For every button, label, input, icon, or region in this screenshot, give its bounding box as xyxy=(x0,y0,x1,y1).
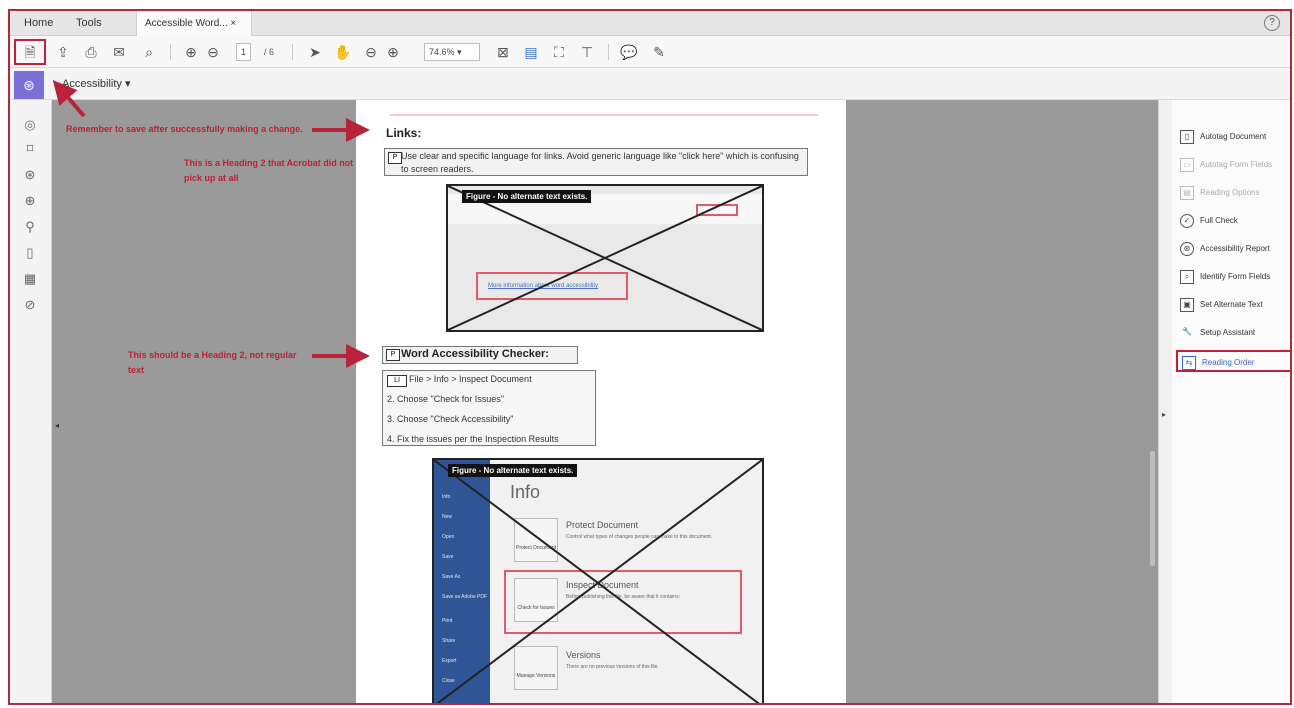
tab-tools[interactable]: Tools xyxy=(68,11,110,36)
print-icon[interactable]: ⎙ xyxy=(82,42,100,62)
content-icon[interactable]: ⊛ xyxy=(21,166,39,184)
tool-autotag-form-fields[interactable]: ▭ Autotag Form Fields xyxy=(1180,154,1290,176)
list-item: 3. Choose "Check Accessibility" xyxy=(387,414,514,424)
page-up-icon[interactable]: ⊕ xyxy=(182,42,200,62)
tool-identify-form-fields[interactable]: ⌕ Identify Form Fields xyxy=(1180,266,1290,288)
tool-label: Reading Order xyxy=(1202,358,1255,367)
accessibility-bar: ⊛ Accessibility ▾ xyxy=(10,68,1290,100)
fullscreen-icon[interactable]: ⛶ xyxy=(550,42,568,62)
missing-alt-cross xyxy=(434,460,762,703)
figure-2[interactable]: Info New Open Save Save As Save as Adobe… xyxy=(432,458,764,703)
page-view-icon[interactable]: ▤ xyxy=(522,42,540,62)
tools-icon[interactable]: ⊤ xyxy=(578,42,596,62)
tags-icon[interactable]: ⊕ xyxy=(21,192,39,210)
main-toolbar: 🗎 ⇪ ⎙ ✉ ⌕ ⊕ ⊖ 1 / 6 ➤ ✋ ⊖ ⊕ 74.6% ▾ ⊠ ▤ … xyxy=(10,36,1290,68)
tool-set-alternate-text[interactable]: ▣ Set Alternate Text xyxy=(1180,294,1290,316)
list-tag-box[interactable]: LI File > Info > Inspect Document 2. Cho… xyxy=(382,370,596,446)
select-cursor-icon[interactable]: ➤ xyxy=(306,42,324,62)
save-button[interactable]: 🗎 xyxy=(14,39,46,65)
mail-icon[interactable]: ✉ xyxy=(110,42,128,62)
page-total: / 6 xyxy=(263,47,274,57)
tool-reading-options[interactable]: ▤ Reading Options xyxy=(1180,182,1290,204)
alt-text-icon: ▣ xyxy=(1180,297,1194,312)
right-gutter: ▸ xyxy=(1158,100,1172,703)
checker-heading: Word Accessibility Checker: xyxy=(401,348,549,360)
list-item: 4. Fix the issues per the Inspection Res… xyxy=(387,434,559,444)
vertical-scrollbar[interactable] xyxy=(1150,451,1155,566)
tag-icon[interactable]: ⊘ xyxy=(21,296,39,314)
tool-label: Reading Options xyxy=(1200,188,1260,197)
tool-setup-assistant[interactable]: 🔧 Setup Assistant xyxy=(1180,322,1290,344)
collapse-right-icon[interactable]: ▸ xyxy=(1162,410,1166,419)
toolbar-divider xyxy=(608,44,609,60)
collapse-left-icon[interactable]: ◂ xyxy=(55,421,59,430)
pen-icon[interactable]: ✎ xyxy=(650,42,668,62)
tab-document[interactable]: Accessible Word... × xyxy=(136,11,252,36)
list-item: File > Info > Inspect Document xyxy=(409,374,532,384)
tool-accessibility-report[interactable]: ⊛ Accessibility Report xyxy=(1180,238,1290,260)
tool-label: Setup Assistant xyxy=(1200,328,1256,337)
check-icon: ✓ xyxy=(1180,213,1194,228)
list-item: 2. Choose "Check for Issues" xyxy=(387,394,504,404)
attachment-icon[interactable]: ⚲ xyxy=(21,218,39,236)
zoom-in-icon[interactable]: ⊕ xyxy=(384,42,402,62)
paragraph-tag-box[interactable]: P Use clear and specific language for li… xyxy=(384,148,808,176)
upload-icon[interactable]: ⇪ xyxy=(54,42,72,62)
paragraph-tag-icon: P xyxy=(388,152,402,164)
tab-home[interactable]: Home xyxy=(16,11,61,36)
tab-bar: Home Tools Accessible Word... × ? xyxy=(10,11,1290,36)
left-navigation-rail: ◎ ⌑ ⊛ ⊕ ⚲ ▯ ▦ ⊘ xyxy=(10,100,52,703)
reading-order-icon: ⇆ xyxy=(1182,355,1196,370)
missing-alt-cross xyxy=(448,186,762,330)
wrench-icon: 🔧 xyxy=(1182,326,1192,336)
tool-label: Identify Form Fields xyxy=(1200,272,1271,281)
comment-icon[interactable]: 💬 xyxy=(620,42,638,62)
accessibility-tools-panel: ▯ Autotag Document ▭ Autotag Form Fields ▤… xyxy=(1172,100,1290,703)
tool-label: Full Check xyxy=(1200,216,1238,225)
page-down-icon[interactable]: ⊖ xyxy=(204,42,222,62)
form-fields-icon: ▭ xyxy=(1180,157,1194,172)
layers-icon[interactable]: ◎ xyxy=(21,116,39,134)
autotag-icon: ▯ xyxy=(1180,129,1194,144)
tool-label: Accessibility Report xyxy=(1200,244,1270,253)
tool-label: Set Alternate Text xyxy=(1200,300,1263,309)
tool-reading-order[interactable]: ⇆ Reading Order xyxy=(1176,350,1290,372)
figure-1[interactable]: More information about word accessibilit… xyxy=(446,184,764,332)
paragraph-tag-icon: P xyxy=(386,349,400,361)
search-icon[interactable]: ⌕ xyxy=(140,42,158,62)
app-window: Home Tools Accessible Word... × ? 🗎 ⇪ ⎙ … xyxy=(8,9,1292,705)
tool-full-check[interactable]: ✓ Full Check xyxy=(1180,210,1290,232)
document-viewer[interactable]: Links: P Use clear and specific language… xyxy=(52,100,1158,703)
toolbar-divider xyxy=(292,44,293,60)
tool-label: Autotag Document xyxy=(1200,132,1267,141)
annotation-save: Remember to save after successfully maki… xyxy=(66,124,303,134)
annotation-heading-missing: This is a Heading 2 that Acrobat did not… xyxy=(184,158,354,183)
bookmark-icon[interactable]: ⌑ xyxy=(21,140,39,158)
report-icon: ⊛ xyxy=(1180,241,1194,256)
links-heading: Links: xyxy=(386,126,422,140)
tool-label: Autotag Form Fields xyxy=(1200,160,1273,169)
heading-tag-box[interactable]: P Word Accessibility Checker: xyxy=(382,346,578,364)
links-paragraph: Use clear and specific language for link… xyxy=(401,151,799,174)
list-tag-icon: LI xyxy=(387,375,407,387)
figure-alt-warning: Figure - No alternate text exists. xyxy=(462,190,592,203)
order-icon[interactable]: ▦ xyxy=(21,270,39,288)
hand-tool-icon[interactable]: ✋ xyxy=(334,42,352,62)
figure-alt-warning: Figure - No alternate text exists. xyxy=(448,464,578,477)
annotation-heading-regular: This should be a Heading 2, not regular … xyxy=(128,350,297,375)
toolbar-divider xyxy=(170,44,171,60)
zoom-out-icon[interactable]: ⊖ xyxy=(362,42,380,62)
fit-page-icon[interactable]: ⊠ xyxy=(494,42,512,62)
page-number-input[interactable]: 1 xyxy=(236,43,252,61)
accessibility-icon[interactable]: ⊛ xyxy=(14,71,44,99)
page-thumbnails-icon[interactable]: ▯ xyxy=(21,244,39,262)
page-rule xyxy=(390,114,818,116)
reading-options-icon: ▤ xyxy=(1180,185,1194,200)
identify-icon: ⌕ xyxy=(1180,269,1194,284)
help-icon[interactable]: ? xyxy=(1264,15,1280,31)
zoom-select[interactable]: 74.6% ▾ xyxy=(424,43,480,61)
tool-autotag-document[interactable]: ▯ Autotag Document xyxy=(1180,126,1290,148)
pdf-page: Links: P Use clear and specific language… xyxy=(356,100,846,703)
accessibility-menu[interactable]: Accessibility ▾ xyxy=(62,77,130,90)
